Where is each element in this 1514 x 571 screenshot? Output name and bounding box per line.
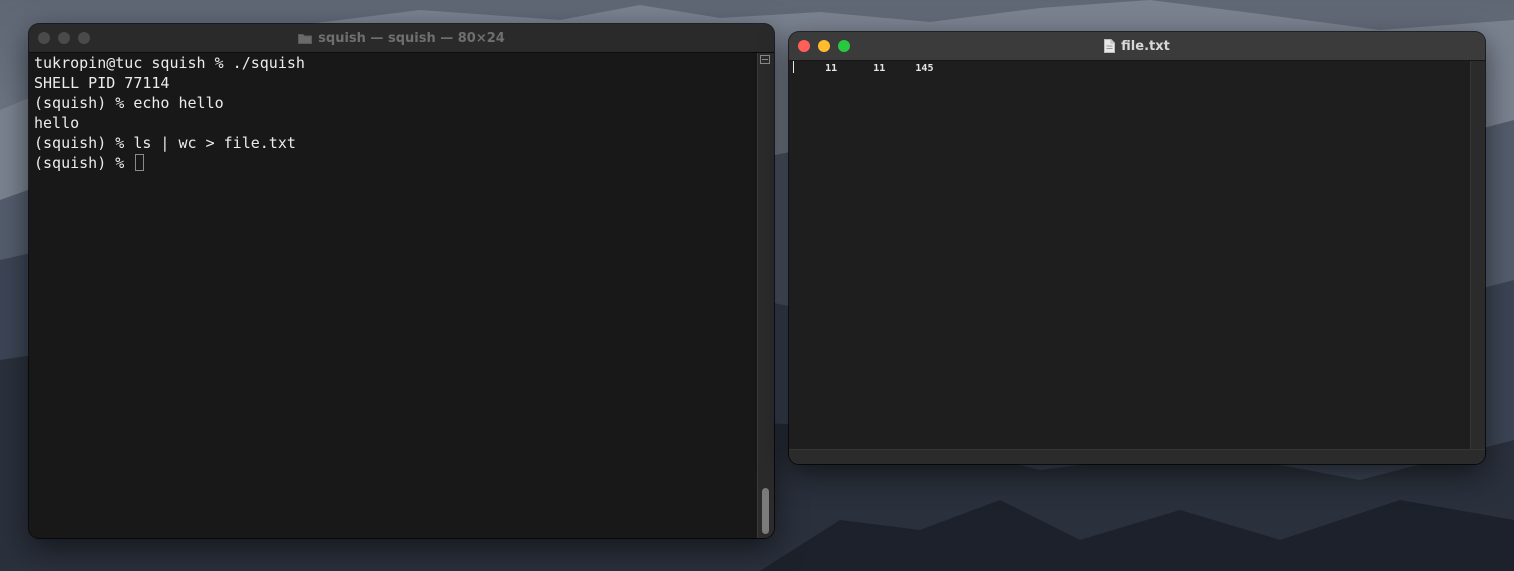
terminal-line: hello — [34, 114, 80, 132]
editor-title-text: file.txt — [1121, 38, 1170, 54]
terminal-lines: tukropin@tuc squish % ./squish SHELL PID … — [34, 53, 305, 173]
terminal-scroll-thumb[interactable] — [762, 488, 769, 534]
terminal-prompt: (squish) % — [34, 154, 134, 172]
editor-title: file.txt — [789, 32, 1485, 60]
text-caret — [793, 61, 794, 73]
editor-vertical-scrollbar[interactable] — [1470, 61, 1485, 450]
editor-titlebar[interactable]: file.txt — [789, 32, 1485, 61]
document-icon — [1104, 39, 1116, 53]
editor-horizontal-scrollbar[interactable] — [789, 449, 1485, 464]
terminal-output[interactable]: tukropin@tuc squish % ./squish SHELL PID … — [29, 53, 758, 538]
terminal-scrollbar[interactable] — [757, 53, 774, 538]
editor-content: 11 11 145 — [793, 61, 933, 76]
terminal-title-text: squish — squish — 80×24 — [318, 30, 505, 46]
terminal-window[interactable]: squish — squish — 80×24 tukropin@tuc squ… — [29, 24, 774, 538]
text-editor-window[interactable]: file.txt 11 11 145 — [789, 32, 1485, 464]
terminal-cursor — [135, 154, 145, 171]
terminal-prompt-line[interactable]: (squish) % — [34, 153, 305, 173]
editor-text-area[interactable]: 11 11 145 — [789, 61, 1471, 450]
folder-icon — [298, 33, 313, 44]
terminal-line: (squish) % ls | wc > file.txt — [34, 134, 296, 152]
terminal-line: (squish) % echo hello — [34, 94, 224, 112]
split-pane-icon[interactable] — [760, 55, 770, 64]
terminal-line: SHELL PID 77114 — [34, 74, 170, 92]
terminal-title: squish — squish — 80×24 — [29, 24, 774, 52]
terminal-titlebar[interactable]: squish — squish — 80×24 — [29, 24, 774, 53]
editor-content-text: 11 11 145 — [795, 63, 934, 74]
terminal-line: tukropin@tuc squish % ./squish — [34, 54, 305, 72]
